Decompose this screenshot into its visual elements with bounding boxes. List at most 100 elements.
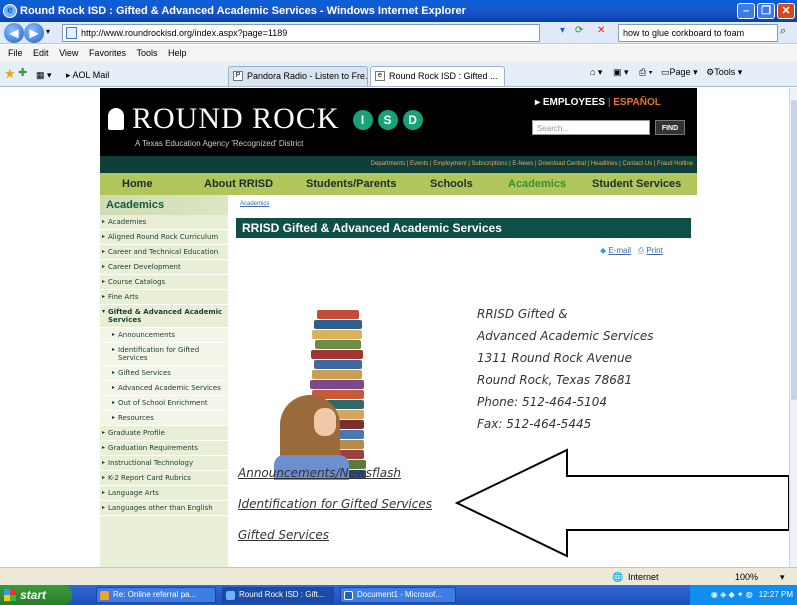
menu-edit[interactable]: Edit [33, 45, 49, 62]
tab-close-icon[interactable]: X [504, 71, 505, 81]
site-search-input[interactable]: Search... [532, 120, 650, 135]
sidebar-item[interactable]: Language Arts [100, 486, 228, 501]
nav-student-services[interactable]: Student Services [592, 173, 681, 195]
search-icon[interactable]: ⌕ [780, 25, 786, 38]
clock: 12:27 PM [758, 590, 793, 599]
sidebar-item[interactable]: Languages other than English [100, 501, 228, 516]
stop-icon[interactable]: ✕ [597, 25, 605, 36]
menu-help[interactable]: Help [168, 45, 187, 62]
maximize-button[interactable]: ❐ [757, 3, 775, 19]
window-title: Round Rock ISD : Gifted & Advanced Acade… [20, 5, 466, 17]
page-icon [66, 27, 77, 39]
page-menu[interactable]: ▭Page ▾ [661, 67, 698, 77]
menu-view[interactable]: View [59, 45, 78, 62]
nav-about[interactable]: About RRISD [204, 173, 273, 195]
taskbar-button-email[interactable]: Re: Online referral pa... [96, 587, 216, 603]
sidebar-subitem[interactable]: Announcements [100, 328, 228, 343]
zoom-dropdown-icon[interactable]: ▾ [780, 568, 785, 586]
sidebar-item-gifted[interactable]: Gifted & Advanced Academic Services [100, 305, 228, 328]
word-icon [344, 591, 353, 600]
sidebar-item[interactable]: K-2 Report Card Rubrics [100, 471, 228, 486]
print-link[interactable]: Print [646, 246, 662, 255]
menu-favorites[interactable]: Favorites [89, 45, 126, 62]
sidebar-heading: Academics [100, 195, 228, 215]
sidebar-subitem[interactable]: Gifted Services [100, 366, 228, 381]
espanol-link[interactable]: ESPAÑOL [613, 97, 661, 108]
menu-file[interactable]: File [8, 45, 23, 62]
tray-icons[interactable]: ◉ ◈ ◆ ✦ ◍ [711, 590, 753, 599]
employees-link[interactable]: EMPLOYEES [543, 97, 605, 108]
minimize-button[interactable]: – [737, 3, 755, 19]
main-nav: Home About RRISD Students/Parents School… [100, 173, 697, 195]
history-dropdown-icon[interactable]: ▾ [46, 27, 50, 36]
sidebar-item[interactable]: Course Catalogs [100, 275, 228, 290]
nav-schools[interactable]: Schools [430, 173, 473, 195]
gifted-services-link[interactable]: Gifted Services [238, 528, 432, 542]
breadcrumb[interactable]: Academics [240, 201, 269, 207]
scrollbar-thumb[interactable] [791, 100, 797, 400]
command-bar: ⌂ ▾ ▣ ▾ ⎙ ▾ ▭Page ▾ ⚙Tools ▾ [590, 67, 742, 78]
announcements-link[interactable]: Announcements/Newsflash [238, 466, 432, 480]
logo-letter-d: D [403, 110, 424, 130]
back-button[interactable]: ◀ [4, 23, 24, 43]
print-page-icon[interactable]: ⎙ [638, 246, 644, 255]
tab-pandora[interactable]: P Pandora Radio - Listen to Fre... [228, 66, 368, 86]
browser-window: e Round Rock ISD : Gifted & Advanced Aca… [0, 0, 797, 605]
taskbar-button-word[interactable]: Document1 - Microsof... [340, 587, 456, 603]
sidebar-item[interactable]: Graduation Requirements [100, 441, 228, 456]
refresh-icon[interactable]: ⟳ [575, 25, 583, 36]
home-icon[interactable]: ⌂ ▾ [590, 67, 602, 77]
favorites-star-icon[interactable]: ★ [4, 66, 16, 82]
site-tagline: A Texas Education Agency 'Recognized' Di… [135, 139, 304, 148]
internet-zone-icon: 🌐 [612, 572, 624, 582]
start-button[interactable]: start [0, 585, 72, 605]
sidebar-item[interactable]: Career and Technical Education [100, 245, 228, 260]
page-title: RRISD Gifted & Advanced Academic Service… [236, 218, 691, 238]
add-favorite-icon[interactable]: ✚ [18, 66, 27, 79]
print-icon[interactable]: ⎙ ▾ [639, 67, 652, 77]
vertical-scrollbar[interactable] [789, 88, 797, 567]
content-links: Announcements/Newsflash Identification f… [238, 466, 432, 559]
sidebar-item[interactable]: Academies [100, 215, 228, 230]
sidebar-subitem[interactable]: Resources [100, 411, 228, 426]
sidebar-subitem[interactable]: Identification for Gifted Services [100, 343, 228, 366]
identification-link[interactable]: Identification for Gifted Services [238, 497, 432, 511]
menu-tools[interactable]: Tools [136, 45, 157, 62]
ie-taskbar-icon [226, 591, 235, 600]
tools-menu[interactable]: ⚙Tools ▾ [706, 67, 742, 77]
sidebar-subitem[interactable]: Out of School Enrichment [100, 396, 228, 411]
sidebar-item[interactable]: Fine Arts [100, 290, 228, 305]
search-input[interactable]: how to glue corkboard to foam [618, 24, 778, 42]
sidebar-item[interactable]: Career Development [100, 260, 228, 275]
find-button[interactable]: FIND [655, 120, 685, 135]
nav-students-parents[interactable]: Students/Parents [306, 173, 396, 195]
url-text: http://www.roundrockisd.org/index.aspx?p… [81, 28, 288, 38]
books-girl-photo [262, 290, 412, 480]
utility-nav[interactable]: Departments | Events | Employment | Subs… [100, 156, 697, 173]
sidebar-subitem[interactable]: Advanced Academic Services [100, 381, 228, 396]
page-actions: ◆ E-mail ⎙ Print [600, 246, 663, 256]
contact-address: RRISD Gifted & Advanced Academic Service… [477, 307, 654, 431]
address-dropdown-icon[interactable]: ▾ [560, 25, 565, 36]
bell-tower-icon [108, 108, 124, 130]
feeds-icon[interactable]: ▣ ▾ [613, 67, 629, 77]
sidebar-item[interactable]: Graduate Profile [100, 426, 228, 441]
taskbar-button-ie[interactable]: Round Rock ISD : Gift... [222, 587, 334, 603]
web-page: ROUND ROCK ISD A Texas Education Agency … [0, 88, 789, 567]
sidebar-item[interactable]: Aligned Round Rock Curriculum [100, 230, 228, 245]
favorite-aol-mail[interactable]: ▸ AOL Mail [66, 67, 146, 83]
tab-round-rock[interactable]: e Round Rock ISD : Gifted ... X [370, 66, 505, 86]
zoom-level[interactable]: 100% [735, 568, 758, 586]
email-link[interactable]: E-mail [608, 246, 631, 255]
site-logo[interactable]: ROUND ROCK ISD [108, 102, 424, 136]
language-links: ▸ EMPLOYEES | ESPAÑOL [535, 97, 661, 108]
nav-academics[interactable]: Academics [508, 173, 566, 195]
sidebar-item[interactable]: Instructional Technology [100, 456, 228, 471]
email-icon[interactable]: ◆ [600, 246, 606, 255]
outlook-icon [100, 591, 109, 600]
close-button[interactable]: ✕ [777, 3, 795, 19]
address-input[interactable]: http://www.roundrockisd.org/index.aspx?p… [62, 24, 540, 42]
sidebar: Academics Academies Aligned Round Rock C… [100, 195, 228, 567]
nav-home[interactable]: Home [122, 173, 153, 195]
forward-button[interactable]: ▶ [24, 23, 44, 43]
